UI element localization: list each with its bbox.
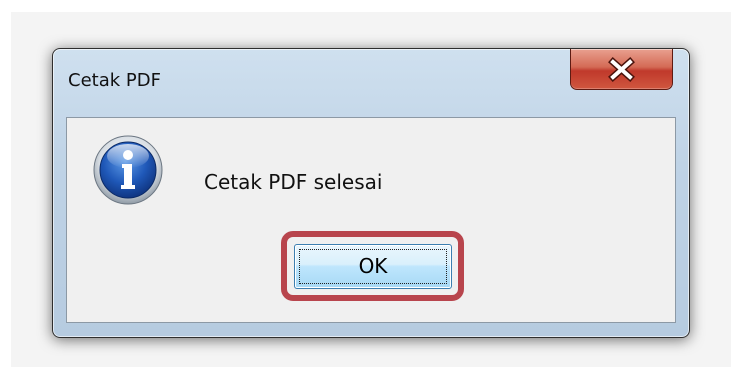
info-icon: [93, 135, 163, 205]
ok-button[interactable]: OK: [294, 244, 452, 289]
close-icon: [608, 57, 635, 82]
dialog-title: Cetak PDF: [68, 70, 161, 91]
dialog-content: Cetak PDF selesai OK: [66, 117, 676, 323]
dialog-window: Cetak PDF Cetak PDF selesai OK: [52, 48, 690, 338]
ok-button-label: OK: [358, 254, 388, 278]
close-button[interactable]: [570, 49, 673, 90]
dialog-message: Cetak PDF selesai: [204, 170, 383, 194]
